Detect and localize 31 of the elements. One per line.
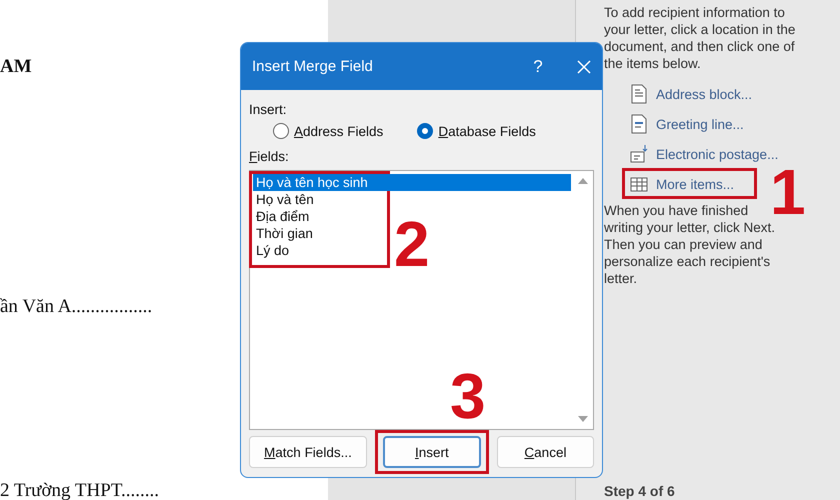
step-label: Step 4 of 6 [604,483,676,500]
insert-label: Insert: [249,102,288,117]
dialog-title: Insert Merge Field [252,58,374,75]
document-heading: AM [0,56,32,78]
radio-option[interactable]: Database Fields [417,123,536,139]
document-text: ần Văn A................. [0,296,152,318]
fields-label: Fields: [249,149,290,164]
task-link[interactable]: More items... [630,174,734,194]
help-button[interactable]: ? [518,56,558,76]
task-link[interactable]: Address block... [630,84,752,104]
scroll-down-icon[interactable] [577,415,589,423]
step-number: 3 [450,372,486,420]
field-item[interactable]: Họ và tên [253,191,314,208]
field-item[interactable]: Thời gian [253,225,313,242]
radio-option[interactable]: Address Fields [273,123,384,139]
instruction-text: To add recipient information to your letter, click a location in the document, and then click one of the items below. [604,4,796,72]
close-icon[interactable] [576,58,592,74]
insert-button[interactable]: Insert [382,436,481,468]
field-item[interactable]: Lý do [253,242,290,259]
field-item[interactable]: Họ và tên học sinh [253,174,571,191]
document-icon [630,84,648,104]
task-link[interactable]: Electronic postage... [630,144,778,164]
task-link[interactable]: Greeting line... [630,114,744,134]
match-fields-button[interactable]: Match Fields... [249,436,367,468]
cancel-button[interactable]: Cancel [496,436,594,468]
envelope-download-icon [630,144,648,164]
step-number: 2 [394,220,430,268]
document-icon [630,114,648,134]
field-item[interactable]: Địa điểm [253,208,310,225]
document-text: 2 Trường THPT........ [0,480,160,500]
scroll-up-icon[interactable] [577,177,589,185]
